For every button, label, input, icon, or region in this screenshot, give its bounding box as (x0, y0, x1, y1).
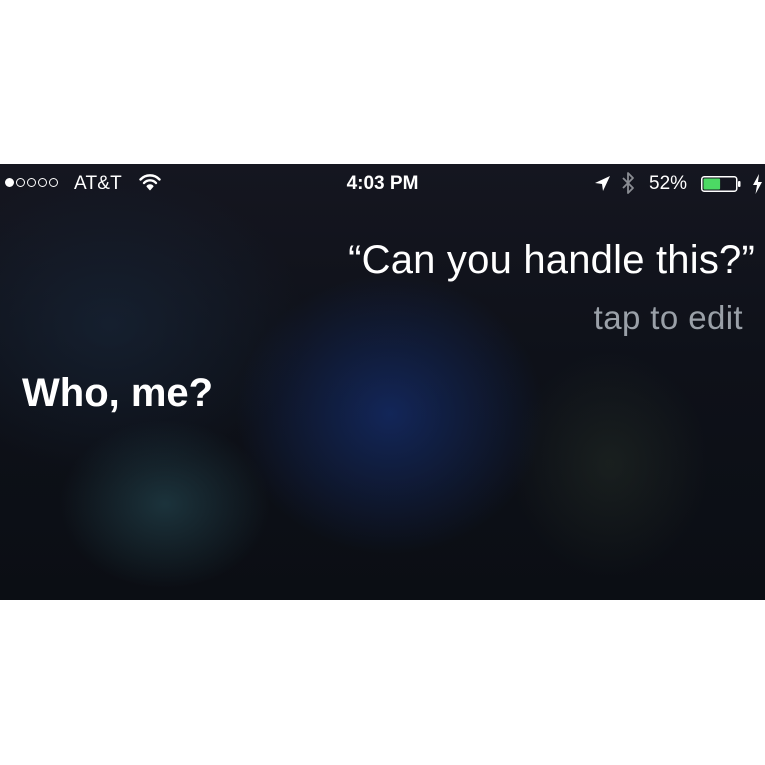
page: AT&T 4:03 PM 52% “Can you handle this?” … (0, 0, 765, 765)
status-bar: AT&T 4:03 PM 52% (0, 164, 765, 204)
bluetooth-icon (622, 172, 634, 194)
battery-icon (701, 176, 741, 192)
user-query-text[interactable]: “Can you handle this?” (348, 238, 755, 283)
charging-bolt-icon (753, 174, 762, 194)
battery-percentage: 52% (649, 173, 688, 194)
tap-to-edit-hint[interactable]: tap to edit (594, 299, 743, 337)
location-icon (595, 176, 610, 191)
siri-response-text: Who, me? (22, 371, 214, 415)
siri-screen: AT&T 4:03 PM 52% “Can you handle this?” … (0, 164, 765, 600)
